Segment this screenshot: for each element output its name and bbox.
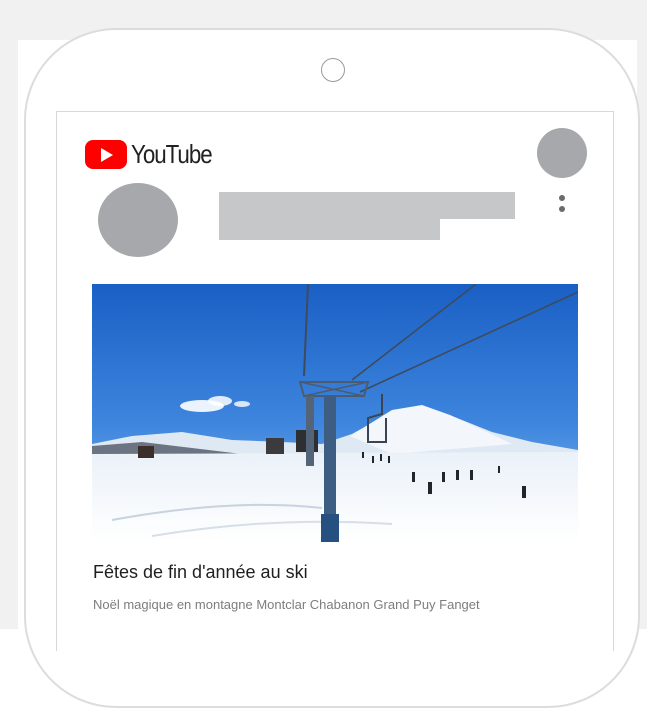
page-margin-left xyxy=(0,0,18,629)
channel-avatar[interactable] xyxy=(98,183,178,257)
channel-name-placeholder xyxy=(219,192,515,219)
youtube-wordmark: YouTube xyxy=(131,139,213,169)
video-thumbnail[interactable] xyxy=(92,284,578,542)
youtube-logo[interactable]: YouTube xyxy=(85,139,225,170)
channel-subtitle-placeholder xyxy=(219,218,440,240)
more-vert-icon[interactable] xyxy=(556,193,568,217)
account-avatar[interactable] xyxy=(537,128,587,178)
youtube-play-icon xyxy=(85,140,127,169)
camera-icon xyxy=(321,58,345,82)
video-title[interactable]: Fêtes de fin d'année au ski xyxy=(93,562,308,583)
video-description: Noël magique en montagne Montclar Chaban… xyxy=(93,597,480,612)
phone-screen: YouTube Fêtes de fin d'année au ski Noël… xyxy=(56,111,614,651)
